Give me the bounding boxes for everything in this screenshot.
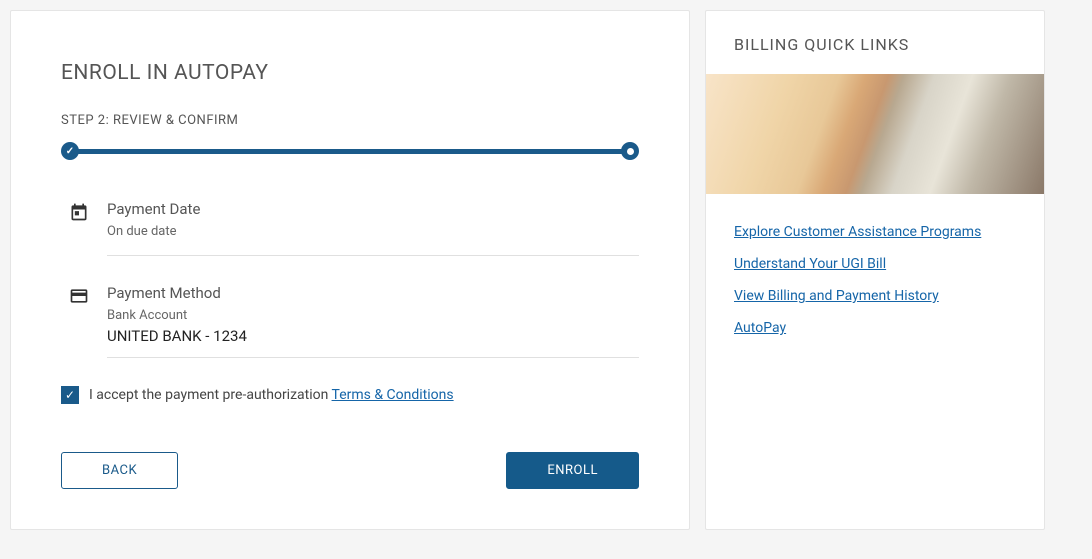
terms-link[interactable]: Terms & Conditions xyxy=(332,387,454,403)
progress-step-1-complete-icon xyxy=(61,142,79,160)
step-label: STEP 2: REVIEW & CONFIRM xyxy=(61,113,639,128)
card-icon xyxy=(69,286,89,306)
enroll-button[interactable]: ENROLL xyxy=(506,452,639,489)
sidebar-hero-image xyxy=(706,74,1044,194)
accept-prefix: I accept the payment pre-authorization xyxy=(89,387,332,403)
enroll-autopay-card: ENROLL IN AUTOPAY STEP 2: REVIEW & CONFI… xyxy=(10,10,690,530)
billing-quick-links-card: BILLING QUICK LINKS Explore Customer Ass… xyxy=(705,10,1045,530)
accept-text: I accept the payment pre-authorization T… xyxy=(89,387,454,403)
payment-method-field: Payment Method Bank Account UNITED BANK … xyxy=(69,284,639,345)
payment-date-value: On due date xyxy=(107,224,639,239)
progress-bar xyxy=(61,142,639,160)
accept-row: ✓ I accept the payment pre-authorization… xyxy=(61,386,639,404)
divider xyxy=(107,255,639,256)
sidebar-links: Explore Customer Assistance Programs Und… xyxy=(706,194,1044,364)
sidebar-link-billing-history[interactable]: View Billing and Payment History xyxy=(734,288,1016,304)
page-title: ENROLL IN AUTOPAY xyxy=(61,61,639,85)
button-row: BACK ENROLL xyxy=(61,452,639,489)
payment-date-field: Payment Date On due date xyxy=(69,200,639,243)
payment-method-value: UNITED BANK - 1234 xyxy=(107,327,639,345)
sidebar-link-understand-bill[interactable]: Understand Your UGI Bill xyxy=(734,256,1016,272)
divider xyxy=(107,357,639,358)
sidebar-link-autopay[interactable]: AutoPay xyxy=(734,320,1016,336)
payment-method-label: Payment Method xyxy=(107,284,639,302)
back-button[interactable]: BACK xyxy=(61,452,178,489)
payment-method-type: Bank Account xyxy=(107,308,639,323)
payment-date-label: Payment Date xyxy=(107,200,639,218)
accept-checkbox[interactable]: ✓ xyxy=(61,386,79,404)
progress-line xyxy=(69,149,631,154)
progress-step-2-current-icon xyxy=(621,142,639,160)
calendar-icon xyxy=(69,202,89,222)
sidebar-title: BILLING QUICK LINKS xyxy=(706,11,1044,74)
sidebar-link-assistance[interactable]: Explore Customer Assistance Programs xyxy=(734,224,1016,240)
